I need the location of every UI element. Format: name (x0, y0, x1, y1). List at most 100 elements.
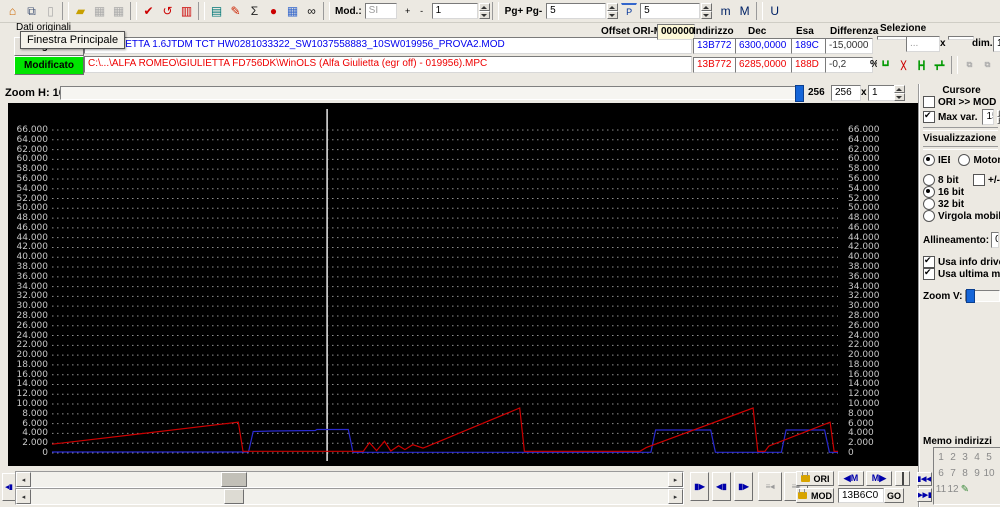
ori-esa[interactable]: 189C (791, 38, 827, 54)
memo-note-icon[interactable]: ✎ (961, 484, 969, 495)
zoomh-mult-input[interactable]: 1 (868, 85, 896, 101)
checkmark-icon[interactable]: ✔ (139, 2, 158, 20)
pg-spinner[interactable] (607, 3, 618, 19)
memo-slot[interactable]: 1 (938, 452, 944, 463)
mod-count-input[interactable] (432, 3, 478, 19)
memo-slot[interactable]: 3 (962, 452, 968, 463)
goto-last-button[interactable]: ▶▶▮ (917, 488, 932, 502)
pg2-spinner[interactable] (701, 3, 712, 19)
open-folder-icon[interactable]: ▰ (71, 2, 90, 20)
edit-icon[interactable]: ✎ (226, 2, 245, 20)
pg-input[interactable] (546, 3, 606, 19)
update-icon[interactable]: ↺ (158, 2, 177, 20)
memo-slot[interactable]: 4 (974, 452, 980, 463)
zoomv-slider-track[interactable] (965, 290, 1000, 302)
goto-first-button[interactable]: ▮◀◀ (917, 472, 932, 486)
scroll-left-arrow[interactable]: ◂ (16, 472, 31, 487)
memo-slot[interactable]: 10 (983, 468, 994, 479)
mod-differenza[interactable]: -0,2 (825, 57, 873, 73)
zoomh-slider-track[interactable] (60, 86, 796, 100)
dim-value[interactable]: 1 (993, 36, 1000, 52)
apply-icon[interactable]: ● (264, 2, 283, 20)
selezione-input-2[interactable]: ... (906, 36, 940, 52)
scrollbar-ori[interactable]: ◂ ▸ (15, 471, 684, 488)
prev-map-icon[interactable]: m (716, 2, 735, 20)
scrollbar-thumb[interactable] (224, 489, 244, 504)
step-back-sync-icon[interactable]: ◀▮ (712, 472, 731, 501)
zoomh-slider-handle[interactable] (795, 85, 804, 102)
usa-ultima-mappa-checkbox[interactable]: Usa ultima mappa (923, 268, 1000, 280)
memo-slot[interactable]: 8 (962, 468, 968, 479)
memo-slot[interactable]: 12 (947, 484, 958, 495)
modificato-row-label[interactable]: Modificato (14, 56, 84, 75)
scroll-right-arrow[interactable]: ▸ (668, 489, 683, 504)
memo-slot[interactable]: 6 (938, 468, 944, 479)
scroll-right-arrow[interactable]: ▸ (668, 472, 683, 487)
sigma-icon[interactable]: Σ (245, 2, 264, 20)
zoomh-spinner[interactable] (894, 85, 905, 101)
home-icon[interactable]: ⌂ (3, 2, 22, 20)
decrement-button[interactable]: - (415, 4, 429, 18)
mod-count-spinner[interactable] (479, 3, 490, 19)
scrollbar-thumb[interactable] (221, 472, 247, 487)
radio-ieee[interactable]: IEEE (923, 154, 950, 166)
zoomv-slider-handle[interactable] (966, 289, 975, 303)
copy-window-icon[interactable]: ⧉ (22, 2, 41, 20)
increment-button[interactable]: + (401, 4, 415, 18)
radio-motorola[interactable]: Motorola (958, 154, 1000, 166)
sel-right-edge-icon[interactable]: ┳┻ (931, 57, 948, 73)
chart-plot-background[interactable]: 66.00064.00062.00060.00058.00056.00054.0… (8, 103, 918, 466)
step-forward-icon[interactable]: ▮▶ (690, 472, 709, 501)
mod-esa[interactable]: 188D (791, 57, 827, 73)
offset-value[interactable]: 000000 (657, 24, 695, 40)
radio-8bit[interactable]: 8 bit (923, 174, 959, 186)
sel-clear-icon[interactable]: ╳ (895, 57, 912, 73)
scrollbar-mod[interactable]: ◂ ▸ (15, 488, 684, 505)
mod-button[interactable]: MOD (796, 488, 834, 503)
plusminus-checkbox[interactable]: +/- (973, 174, 1000, 186)
chart-icon[interactable]: ▦ (283, 2, 302, 20)
page-icon[interactable]: P (621, 3, 637, 19)
ori-differenza[interactable]: -15,0000 (825, 38, 873, 54)
radio-32bit[interactable]: 32 bit (923, 198, 1000, 210)
selezione-input-3[interactable] (948, 36, 974, 40)
zoomh-range-input[interactable]: 256 (831, 85, 861, 101)
ori-button[interactable]: ORI (796, 471, 834, 486)
plot-svg[interactable] (52, 103, 838, 466)
max-var-input[interactable]: 15 (982, 109, 994, 125)
mod-indirizzo[interactable]: 13B772 (693, 57, 737, 73)
pg2-input[interactable] (640, 3, 700, 19)
address-input[interactable] (838, 488, 884, 503)
step-forward-sync-icon[interactable]: ▮▶ (734, 472, 753, 501)
columns-icon[interactable]: ▥ (177, 2, 196, 20)
compare-flag-button[interactable] (895, 471, 910, 486)
go-button[interactable]: GO (884, 488, 904, 503)
prev-map-button[interactable]: ◀M (838, 471, 864, 486)
radio-16bit[interactable]: 16 bit (923, 186, 1000, 198)
modificato-path[interactable]: C:\...\ALFA ROMEO\GIULIETTA FD756DK\WinO… (84, 56, 692, 73)
next-map-button[interactable]: M▶ (866, 471, 892, 486)
ori-mod-checkbox[interactable]: ORI >> MOD (923, 96, 1000, 108)
memo-slot[interactable]: 9 (974, 468, 980, 479)
usa-info-driver-checkbox[interactable]: Usa info driver (923, 256, 1000, 268)
selezione-input-1[interactable] (877, 36, 909, 40)
hexdump-icon[interactable]: ▤ (207, 2, 226, 20)
next-map-icon[interactable]: M (735, 2, 754, 20)
originale-path[interactable]: ...\GIULIETTA 1.6JTDM TCT HW0281033322_S… (84, 37, 692, 54)
max-var-checkbox[interactable]: Max var. 15 (923, 109, 1000, 125)
scroll-left-arrow[interactable]: ◂ (16, 489, 31, 504)
memo-slot[interactable]: 11 (936, 484, 946, 495)
sel-start-icon[interactable]: ┗┛ (877, 57, 894, 73)
scroll-step-left-button[interactable]: ◂▮ (2, 473, 16, 501)
ori-dec[interactable]: 6300,0000 (735, 38, 793, 54)
map-list-icon[interactable]: U (765, 2, 784, 20)
memo-slot[interactable]: 7 (950, 468, 956, 479)
allineamento-input[interactable]: 0 (991, 232, 999, 248)
memo-slot[interactable]: 2 (950, 452, 956, 463)
ori-indirizzo[interactable]: 13B772 (693, 38, 737, 54)
memo-slot[interactable]: 5 (986, 452, 992, 463)
radio-virgola-mobile[interactable]: Virgola mobile (923, 210, 1000, 222)
mod-dec[interactable]: 6285,0000 (735, 57, 793, 73)
sel-left-edge-icon[interactable]: ┣┫ (913, 57, 930, 73)
binoculars-icon[interactable]: ∞ (302, 2, 321, 20)
